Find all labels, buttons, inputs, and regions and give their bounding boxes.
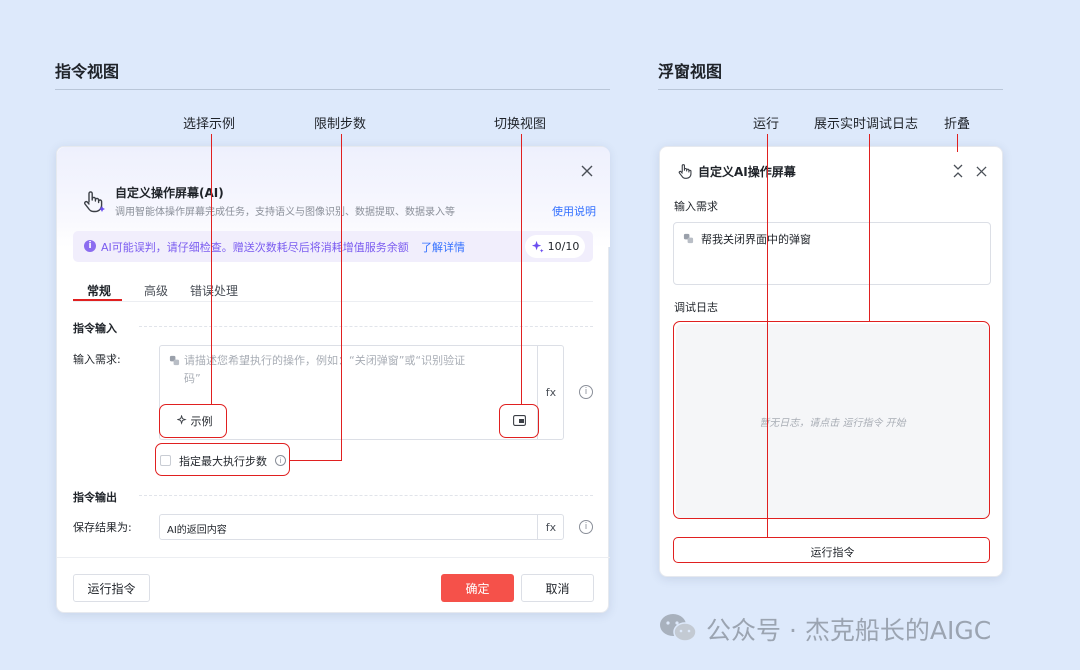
annotation-limit-steps: 限制步数 <box>314 117 367 132</box>
close-icon[interactable] <box>577 161 597 181</box>
pointer-line-switch <box>521 134 522 404</box>
sparkle-icon <box>531 240 544 253</box>
tab-error-handling[interactable]: 错误处理 <box>190 282 238 299</box>
footer-divider <box>57 557 610 558</box>
example-highlight <box>159 404 227 438</box>
quota-count: 10/10 <box>547 240 580 253</box>
right-section-divider <box>658 89 1003 90</box>
annotation-run: 运行 <box>753 117 780 132</box>
python-icon <box>682 232 694 244</box>
python-icon <box>168 354 180 366</box>
help-link[interactable]: 使用说明 <box>552 203 596 219</box>
notice-link[interactable]: 了解详情 <box>421 239 465 255</box>
save-result-value: AI的返回内容 <box>167 525 227 536</box>
confirm-button[interactable]: 确定 <box>441 574 514 602</box>
debug-log-highlight <box>673 321 990 519</box>
info-circle-icon[interactable]: i <box>579 385 593 399</box>
annotation-switch-view: 切换视图 <box>494 117 547 132</box>
annotation-live-log: 展示实时调试日志 <box>814 117 919 132</box>
requirement-fx-button[interactable]: fx <box>537 345 564 440</box>
pointer-line-run <box>767 134 768 537</box>
debug-log-label: 调试日志 <box>674 301 718 314</box>
input-requirement-label: 输入需求: <box>73 353 121 366</box>
float-requirement-value: 帮我关闭界面中的弹窗 <box>701 233 811 246</box>
save-fx-button[interactable]: fx <box>537 514 564 540</box>
annotation-select-example: 选择示例 <box>183 117 236 132</box>
info-icon: i <box>84 240 96 252</box>
watermark-text: 公众号 · 杰克船长的AIGC <box>706 616 992 645</box>
quota-badge: 10/10 <box>525 235 585 258</box>
pointer-line-steps-h <box>290 460 342 461</box>
wechat-icon <box>657 611 699 645</box>
run-button-highlight <box>673 537 990 563</box>
tab-general[interactable]: 常规 <box>87 282 111 299</box>
tab-advanced[interactable]: 高级 <box>144 282 168 299</box>
right-section-title: 浮窗视图 <box>658 62 723 81</box>
input-section-rule <box>139 326 593 327</box>
notice-bar: i AI可能误判，请仔细检查。赠送次数耗尽后将消耗增值服务余额 了解详情 10/… <box>73 231 593 262</box>
pointer-line-steps <box>341 134 342 461</box>
info-circle-icon[interactable]: i <box>579 520 593 534</box>
run-command-button[interactable]: 运行指令 <box>73 574 150 602</box>
pointer-line-collapse <box>957 134 958 152</box>
annotation-collapse: 折叠 <box>944 117 971 132</box>
output-section-rule <box>139 495 593 496</box>
collapse-icon[interactable] <box>950 162 966 180</box>
max-steps-highlight <box>155 443 290 476</box>
hand-pointer-icon <box>79 187 107 215</box>
left-section-divider <box>55 89 610 90</box>
output-section-title: 指令输出 <box>73 491 117 504</box>
command-dialog: 自定义操作屏幕(AI) 调用智能体操作屏幕完成任务，支持语义与图像识别、数据提取… <box>56 146 610 613</box>
tabs-divider <box>73 301 593 302</box>
pointer-line-example <box>211 134 212 404</box>
save-result-label: 保存结果为: <box>73 521 132 534</box>
save-result-input[interactable]: AI的返回内容 <box>159 514 564 540</box>
left-section-title: 指令视图 <box>55 62 120 81</box>
input-section-title: 指令输入 <box>73 322 117 335</box>
hand-pointer-icon <box>676 162 694 180</box>
cancel-button[interactable]: 取消 <box>521 574 594 602</box>
float-requirement-input[interactable]: 帮我关闭界面中的弹窗 <box>673 222 991 285</box>
pointer-line-log <box>869 134 870 321</box>
requirement-placeholder: 请描述您希望执行的操作，例如：“关闭弹窗”或“识别验证 码” <box>184 354 466 385</box>
notice-text: AI可能误判，请仔细检查。赠送次数耗尽后将消耗增值服务余额 <box>101 241 409 254</box>
float-title: 自定义AI操作屏幕 <box>698 165 796 179</box>
dialog-title: 自定义操作屏幕(AI) <box>115 186 224 200</box>
close-icon[interactable] <box>973 162 989 180</box>
float-input-label: 输入需求 <box>674 200 718 213</box>
dialog-description: 调用智能体操作屏幕完成任务，支持语义与图像识别、数据提取、数据录入等 <box>115 207 455 218</box>
switch-view-highlight <box>499 404 539 438</box>
